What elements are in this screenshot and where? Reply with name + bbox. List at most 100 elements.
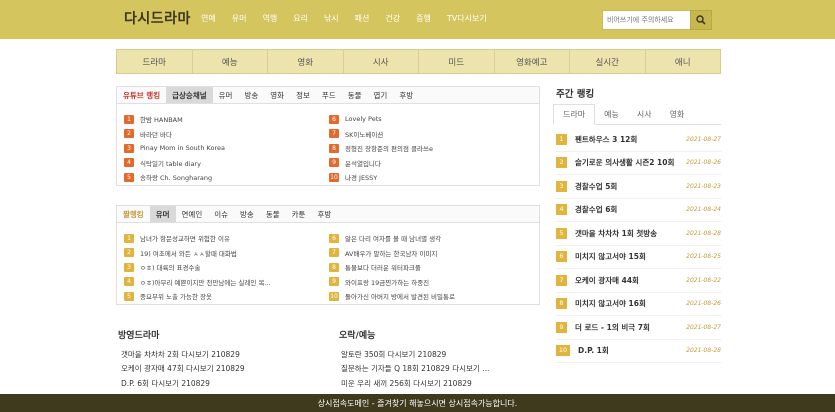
tab-youtube-ranking[interactable]: 유튜브 랭킹: [117, 87, 166, 103]
ranking-title: 미치지 않고서야 15회: [575, 252, 646, 262]
tab-bizarre[interactable]: 엽기: [368, 87, 394, 103]
tab-cartoon[interactable]: 카툰: [286, 206, 312, 222]
list-item[interactable]: 1 남녀가 항문성교하면 위험한 이유: [124, 231, 324, 246]
youtube-tabs: 유튜브 랭킹 급상승채널 유머 방송 영화 정보 푸드 동물 엽기 후방: [117, 87, 539, 104]
nav-item-health[interactable]: 건강: [385, 13, 400, 24]
item-title: ㅇㅎ) 대륙의 표경수술: [140, 264, 201, 273]
ranking-row[interactable]: 1 펜트하우스 3 12회 2021-08-27: [556, 128, 721, 152]
site-logo[interactable]: 다시드라마: [124, 8, 191, 28]
search-input[interactable]: [602, 10, 690, 30]
list-item[interactable]: 3 ㅇㅎ) 대륙의 표경수술: [124, 260, 324, 275]
ranking-date: 2021-08-24: [686, 206, 721, 214]
item-title: ㅇㅎ)아무리 예쁜이지만 천만남에는 실례인 복...: [140, 278, 271, 287]
nav-item-tv-replay[interactable]: TV다시보기: [447, 13, 487, 24]
ranking-row[interactable]: 10 D.P. 1회 2021-08-28: [556, 340, 721, 363]
tab-meme-ranking[interactable]: 짤랭킹: [117, 206, 150, 222]
nav-item-fishing[interactable]: 낚시: [324, 13, 339, 24]
tab-rising-channels[interactable]: 급상승채널: [166, 87, 213, 103]
list-item[interactable]: 질문하는 기자들 Q 18회 210829 다시보기 ...: [341, 362, 531, 377]
list-item[interactable]: 3 Pinay Mom in South Korea: [124, 141, 324, 156]
item-title: 식탁일기 table diary: [140, 159, 201, 168]
tab-animals[interactable]: 동물: [260, 206, 286, 222]
ranking-row[interactable]: 7 오케이 광자매 44회 2021-08-22: [556, 269, 721, 293]
ranking-row[interactable]: 8 미치지 않고서야 16회 2021-08-26: [556, 293, 721, 316]
list-item[interactable]: 6 앓은 다리 여자를 볼 때 남녀별 생각: [329, 231, 529, 246]
tab-info[interactable]: 정보: [290, 87, 316, 103]
tab-humor[interactable]: 유머: [149, 206, 176, 222]
nav-item-stock[interactable]: 증행: [416, 13, 431, 24]
ranking-tab-drama[interactable]: 드라마: [553, 104, 596, 125]
list-item[interactable]: 10 돌아가신 아버지 방에서 발견된 비밀통로: [329, 289, 529, 304]
ranking-row[interactable]: 3 경찰수업 5회 2021-08-23: [556, 175, 721, 199]
ranking-row[interactable]: 9 더 로드 - 1의 비극 7회 2021-08-27: [556, 316, 721, 340]
tab-food[interactable]: 푸드: [316, 87, 342, 103]
tab-humor[interactable]: 유머: [213, 87, 239, 103]
category-current-affairs[interactable]: 시사: [344, 50, 419, 73]
tab-animals[interactable]: 동물: [342, 87, 368, 103]
ranking-date: 2021-08-27: [686, 135, 721, 143]
list-item[interactable]: 5 송하랑 Ch. Songharang: [124, 170, 324, 185]
list-item[interactable]: 7 AV배우가 말하는 한국남자 이미지: [329, 246, 529, 261]
community-list-left: 1 남녀가 항문성교하면 위험한 이유 2 19) 여초에서 와든 ㅅㅅ할때 대화법…: [124, 231, 324, 304]
list-item[interactable]: 4 ㅇㅎ)아무리 예쁜이지만 천만남에는 실례인 복...: [124, 275, 324, 290]
list-item[interactable]: 9 윤석열입니다: [329, 156, 529, 171]
nav-item-entertainment[interactable]: 연예: [201, 13, 216, 24]
drama-section-title[interactable]: 방영드라마: [118, 328, 159, 341]
tab-broadcast[interactable]: 방송: [234, 206, 260, 222]
list-item[interactable]: 갯마을 차차차 2회 다시보기 210829: [121, 347, 311, 362]
nav-item-cooking[interactable]: 요리: [293, 13, 308, 24]
item-title: 윤석열입니다: [345, 159, 381, 168]
item-title: Pinay Mom in South Korea: [140, 144, 225, 153]
ranking-row[interactable]: 6 미치지 않고서야 15회 2021-08-25: [556, 246, 721, 269]
ranking-row[interactable]: 5 갯마을 차차차 1회 첫방송 2021-08-28: [556, 222, 721, 246]
list-item[interactable]: D.P. 6회 다시보기 210829: [121, 376, 311, 391]
list-item[interactable]: 10 나경 JESSY: [329, 170, 529, 185]
tab-movie[interactable]: 영화: [264, 87, 290, 103]
nav-item-fashion[interactable]: 패션: [355, 13, 370, 24]
ranking-tab-movie[interactable]: 영화: [661, 104, 694, 124]
category-live[interactable]: 실시간: [570, 50, 646, 73]
list-item[interactable]: 오케이 광자매 47회 다시보기 210829: [121, 362, 311, 377]
tab-broadcast[interactable]: 방송: [238, 87, 264, 103]
list-item[interactable]: 1 한밤 HANBAM: [124, 112, 324, 127]
rank-number: 1: [124, 233, 134, 243]
ranking-tab-current-affairs[interactable]: 시사: [628, 104, 661, 124]
rank-number: 4: [556, 204, 567, 216]
item-title: 바라던 바다: [140, 130, 172, 139]
ranking-row[interactable]: 4 경찰수업 6회 2021-08-24: [556, 199, 721, 222]
rank-number: 1: [556, 133, 567, 145]
category-us-drama[interactable]: 미드: [419, 50, 495, 73]
list-item[interactable]: 8 정형진 장항준의 편의점 클라쓰e: [329, 141, 529, 156]
rank-number: 5: [124, 172, 134, 182]
search-icon: [696, 15, 706, 25]
category-bar: 드라마 예능 영화 시사 미드 영화예고 실시간 애니: [116, 49, 721, 74]
nav-item-humor[interactable]: 유머: [232, 13, 247, 24]
list-item[interactable]: 알토란 350회 다시보기 210829: [341, 347, 531, 362]
list-item[interactable]: 미운 우리 새끼 256회 다시보기 210829: [341, 376, 531, 391]
category-movie[interactable]: 영화: [268, 50, 344, 73]
category-drama[interactable]: 드라마: [117, 50, 193, 73]
tab-back[interactable]: 후방: [311, 206, 337, 222]
top-header: 다시드라마 연예 유머 역행 요리 낚시 패션 건강 증행 TV다시보기: [0, 0, 835, 39]
category-variety[interactable]: 예능: [193, 50, 268, 73]
item-title: SK이노베이션: [345, 130, 384, 139]
list-item[interactable]: 6 Lovely Pets: [329, 112, 529, 127]
rank-number: 5: [124, 291, 134, 301]
list-item[interactable]: 9 와이프랑 19금찐가하는 하중진: [329, 275, 529, 290]
search-button[interactable]: [690, 10, 712, 30]
tab-celebrity[interactable]: 연예인: [176, 206, 209, 222]
list-item[interactable]: 2 19) 여초에서 와든 ㅅㅅ할때 대화법: [124, 246, 324, 261]
list-item[interactable]: 7 SK이노베이션: [329, 127, 529, 142]
list-item[interactable]: 2 바라던 바다: [124, 127, 324, 142]
ranking-tab-variety[interactable]: 예능: [595, 104, 628, 124]
tab-back[interactable]: 후방: [393, 87, 419, 103]
category-anime[interactable]: 애니: [646, 50, 721, 73]
category-movie-trailer[interactable]: 영화예고: [495, 50, 570, 73]
list-item[interactable]: 4 식탁일기 table diary: [124, 156, 324, 171]
variety-section-title[interactable]: 오락/예능: [339, 328, 375, 341]
tab-issue[interactable]: 이슈: [208, 206, 234, 222]
nav-item-travel[interactable]: 역행: [262, 13, 277, 24]
ranking-row[interactable]: 2 슬기로운 의사생활 시즌2 10회 2021-08-26: [556, 152, 721, 175]
list-item[interactable]: 8 통물보다 더러운 워터파크풀: [329, 260, 529, 275]
list-item[interactable]: 5 중요부위 노출 가능한 장옷: [124, 289, 324, 304]
